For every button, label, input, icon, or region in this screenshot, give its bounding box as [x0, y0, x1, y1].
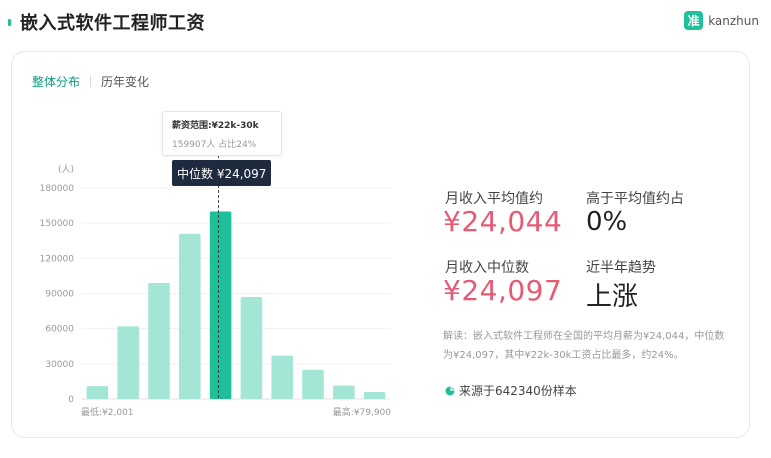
- y-tick-label: 150000: [40, 219, 75, 229]
- bar: [333, 385, 355, 399]
- y-tick-label: 90000: [45, 290, 74, 300]
- y-tick-label: 180000: [40, 184, 75, 194]
- source-text: 来源于642340份样本: [459, 384, 577, 398]
- trend-value: 上涨: [586, 282, 639, 312]
- trend-label: 近半年趋势: [586, 260, 656, 276]
- y-tick-label: 0: [68, 395, 74, 405]
- tooltip-count: 159907人 占比24%: [172, 140, 257, 150]
- brand[interactable]: 准 kanzhun: [684, 11, 759, 30]
- x-min-label: 最低:¥2,001: [81, 406, 134, 418]
- tooltip-range: 薪资范围:¥22k-30k: [172, 121, 259, 131]
- salary-card: 整体分布 历年变化 (人) 0 30000 60000 90000 120000 15000…: [11, 51, 750, 438]
- pie-chart-icon: [445, 386, 455, 395]
- bar: [271, 355, 293, 399]
- salary-distribution-chart: (人) 0 30000 60000 90000 120000 150000 180000 最低:…: [40, 135, 392, 418]
- title-accent-mark: [8, 19, 11, 26]
- avg-value: ¥24,044: [443, 205, 563, 238]
- bar: [179, 233, 201, 399]
- interpretation-note: 解读：嵌入式软件工程师在全国的平均月薪为¥24,044，中位数为¥24,097，…: [443, 331, 725, 361]
- bar: [86, 386, 109, 399]
- y-tick-label: 120000: [40, 254, 75, 264]
- page-title: 嵌入式软件工程师工资: [20, 13, 205, 34]
- bar: [363, 391, 386, 399]
- y-tick-label: 30000: [45, 360, 74, 370]
- bar: [117, 326, 139, 399]
- bar-tooltip: 薪资范围:¥22k-30k 159907人 占比24%: [162, 111, 282, 156]
- bar: [302, 369, 324, 399]
- brand-logo-icon: 准: [684, 11, 704, 30]
- x-max-label: 最高:¥79,900: [333, 406, 392, 418]
- bar-highlight: [209, 211, 232, 399]
- bar: [148, 282, 170, 399]
- sample-source: 来源于642340份样本: [445, 382, 577, 399]
- median-badge: 中位数 ¥24,097: [172, 160, 272, 186]
- above-avg-value: 0%: [586, 207, 628, 237]
- y-axis-unit: (人): [58, 164, 74, 175]
- median-value: ¥24,097: [443, 274, 563, 307]
- y-tick-label: 60000: [45, 325, 74, 335]
- above-avg-label: 高于平均值约占: [586, 191, 684, 207]
- bar: [240, 297, 263, 399]
- brand-name: kanzhun: [708, 13, 759, 28]
